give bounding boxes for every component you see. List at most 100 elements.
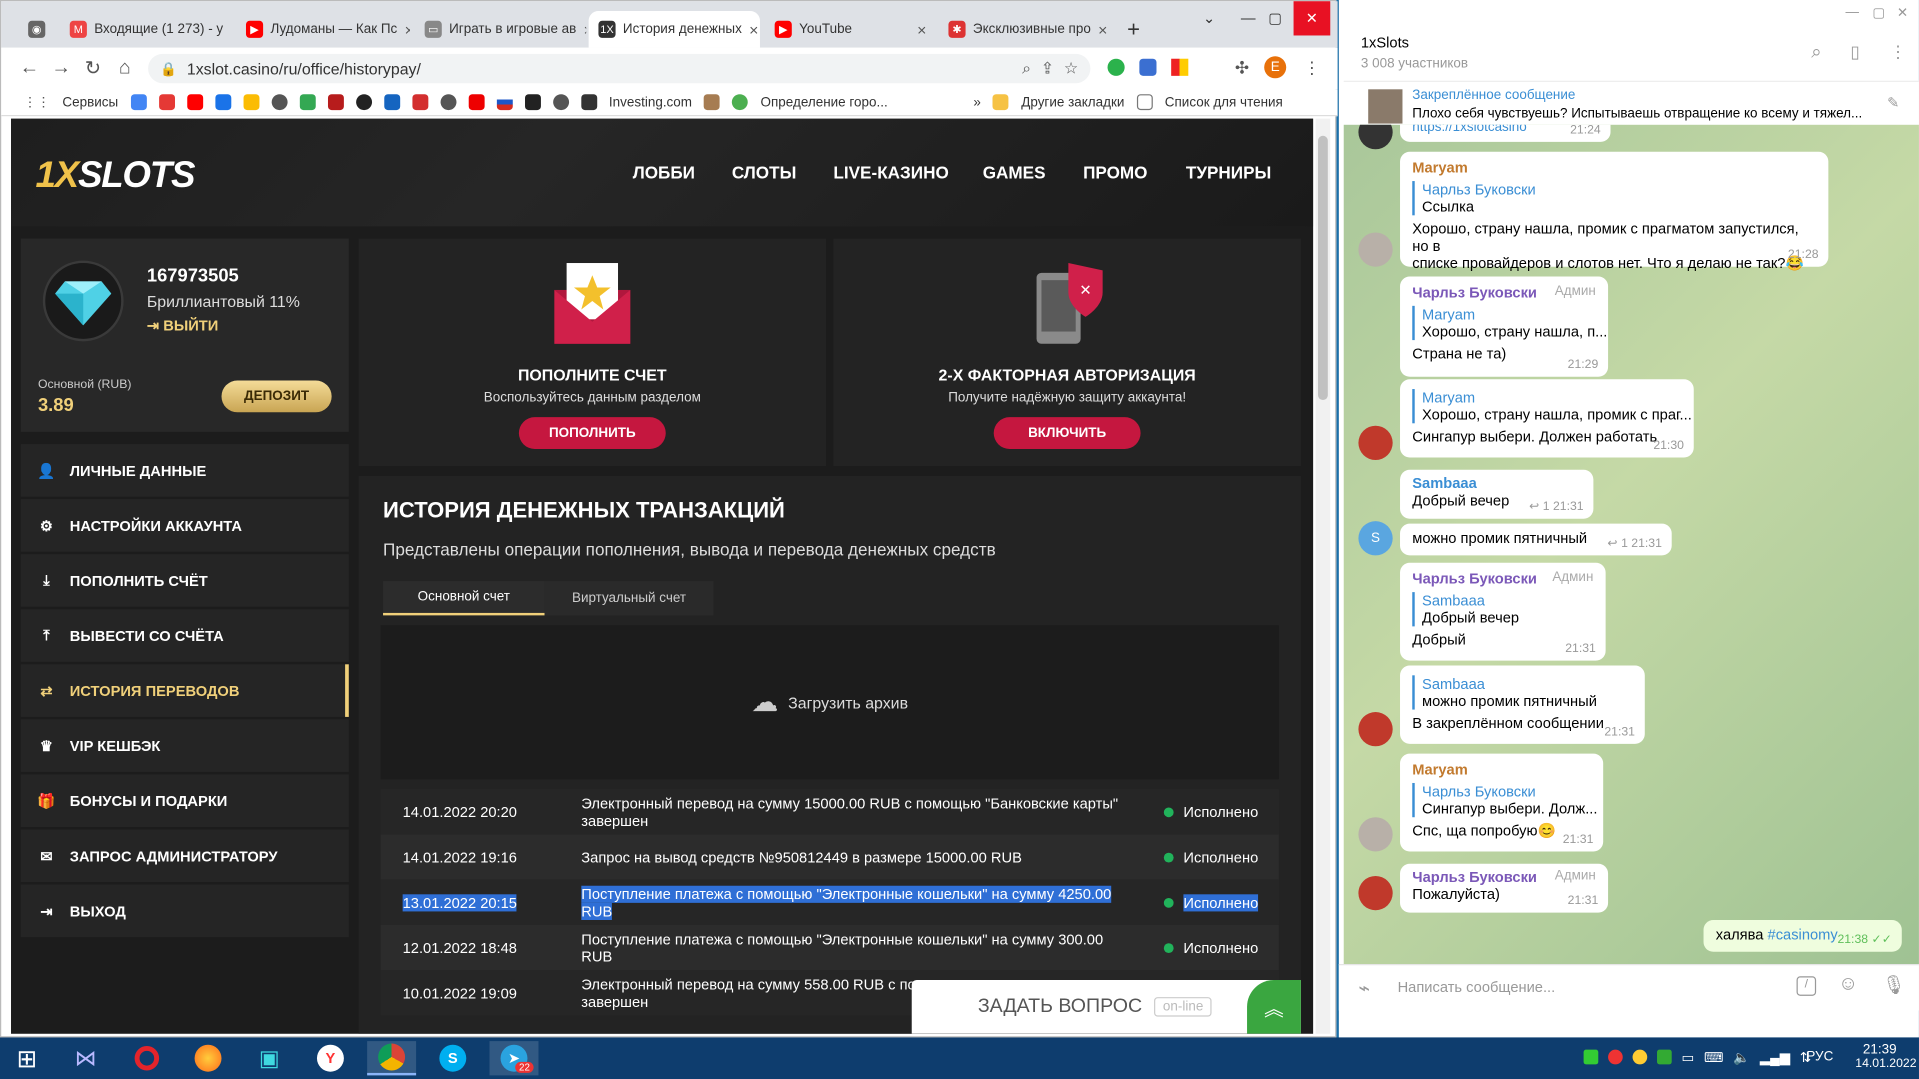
clock[interactable]: 21:39 14.01.2022 [1855, 1042, 1916, 1070]
youtube-icon[interactable] [186, 94, 203, 111]
home-icon[interactable]: ⌂ [109, 57, 141, 79]
nav-lobby[interactable]: ЛОББИ [633, 163, 695, 183]
message-bubble[interactable]: Sambaaa можно промик пятничный В закреплё… [1400, 665, 1645, 744]
chrome-icon[interactable] [367, 1041, 417, 1076]
menu-personal-data[interactable]: 👤 ЛИЧНЫЕ ДАННЫЕ [20, 444, 349, 497]
pinned-message[interactable]: Закреплённое сообщение Плохо себя чувств… [1343, 80, 1919, 128]
message-bubble[interactable]: Чарльз Буковски Админ Maryam Хорошо, стран… [1400, 276, 1609, 377]
share-icon[interactable]: ⇪ [1041, 59, 1054, 79]
message-input[interactable]: Написать сообщение... [1398, 979, 1556, 996]
maximize-icon[interactable]: ▢ [1872, 5, 1885, 21]
close-window-icon[interactable]: ✕ [1897, 5, 1908, 21]
back-icon[interactable]: ← [13, 57, 45, 79]
tab-games[interactable]: ▭Играть в игровые ав× [415, 11, 586, 48]
start-button[interactable]: ⊞ [2, 1041, 51, 1075]
investing-icon[interactable] [580, 94, 597, 111]
message-bubble[interactable]: Sambaaa Добрый вечер ↩ 1 21:31 [1400, 469, 1594, 519]
google-icon[interactable] [130, 94, 147, 111]
message-bubble[interactable]: Чарльз Буковски Админ Sambaaa Добрый вечер… [1400, 562, 1606, 661]
avatar[interactable] [1358, 425, 1393, 460]
tray-app-icon[interactable] [1583, 1049, 1599, 1065]
bookmark-geo[interactable]: Определение горо... [761, 95, 888, 110]
bookmark-icon[interactable] [299, 94, 316, 111]
ask-question-widget[interactable]: ЗАДАТЬ ВОПРОС on-line ︽ [911, 979, 1301, 1034]
bookmark-icon[interactable] [411, 94, 428, 111]
avatar[interactable] [1358, 232, 1393, 267]
close-icon[interactable]: × [742, 20, 758, 38]
table-row[interactable]: 14.01.2022 20:20 Электронный перевод на с… [380, 789, 1279, 835]
opera-icon[interactable] [122, 1041, 171, 1075]
globe-icon[interactable] [271, 94, 288, 111]
tab-youtube-1[interactable]: ▶Лудоманы — Как Пс× [236, 11, 410, 48]
globe-icon[interactable] [440, 94, 456, 111]
menu-kebab-icon[interactable]: ⋮ [1890, 42, 1907, 63]
skype-icon[interactable]: S [428, 1041, 477, 1075]
tab-main-account[interactable]: Основной счет [383, 581, 545, 616]
message-bubble[interactable]: Maryam Хорошо, страну нашла, промик с пра… [1400, 379, 1694, 458]
address-bar[interactable]: 🔒 1xslot.casino/ru/office/historypay/ ⌕ … [148, 53, 1091, 84]
close-icon[interactable]: × [910, 20, 926, 38]
scrollbar-thumb[interactable] [1318, 135, 1328, 401]
message-bubble-own[interactable]: халява #casinomy 21:38 ✓✓ [1703, 919, 1902, 952]
telegram-icon[interactable]: ➤ 22 [489, 1041, 539, 1076]
attach-icon[interactable]: ⌁ [1358, 976, 1370, 1000]
nav-promo[interactable]: ПРОМО [1083, 163, 1147, 183]
message-bubble[interactable]: можно промик пятничный ↩ 1 21:31 [1400, 523, 1672, 556]
avatar[interactable] [1358, 712, 1393, 747]
reload-icon[interactable]: ↻ [77, 56, 109, 80]
message-bubble[interactable]: https://1xslotcasino 21:24 [1400, 124, 1611, 142]
avatar[interactable]: S [1358, 521, 1393, 556]
deposit-button[interactable]: ДЕПОЗИТ [221, 380, 332, 413]
table-row[interactable]: 14.01.2022 19:16 Запрос на вывод средств … [380, 834, 1279, 880]
speaker-icon[interactable]: 🔈 [1733, 1050, 1750, 1066]
display-icon[interactable]: ▭ [1682, 1050, 1695, 1066]
table-row[interactable]: 13.01.2022 20:15 Поступление платежа с по… [380, 879, 1279, 925]
close-icon[interactable]: × [223, 20, 231, 38]
close-window-icon[interactable]: ✕ [1293, 1, 1331, 36]
menu-vip-cashback[interactable]: ♛ VIP КЕШБЭК [20, 719, 349, 772]
yandex-icon[interactable]: Y [306, 1041, 355, 1075]
close-icon[interactable]: × [576, 20, 587, 38]
extension-check-icon[interactable] [1107, 58, 1125, 76]
apps-icon[interactable]: ⋮⋮ [23, 94, 50, 110]
flag-icon[interactable] [496, 94, 513, 111]
tab-youtube-2[interactable]: ▶ YouTube × [765, 11, 936, 48]
app-icon[interactable]: ⋈ [61, 1041, 110, 1075]
tab-gmail[interactable]: MВходящие (1 273) - у× [60, 11, 231, 48]
bookmark-icon[interactable] [214, 94, 231, 111]
message-bubble[interactable]: Maryam Чарльз Буковски Ссылка Хорошо, стр… [1400, 151, 1829, 272]
bookmark-services[interactable]: Сервисы [62, 95, 118, 110]
bookmark-icon[interactable] [383, 94, 400, 111]
nav-slots[interactable]: СЛОТЫ [732, 163, 797, 183]
tab-pinned[interactable]: ◉ [18, 11, 55, 48]
menu-kebab-icon[interactable]: ⋮ [1303, 57, 1320, 78]
site-logo[interactable]: 1XSLOTS [35, 155, 195, 197]
tab-history[interactable]: 1X История денежных × [588, 11, 760, 48]
tray-app-icon[interactable] [1632, 1049, 1648, 1065]
tab-search-icon[interactable]: ⌄ [1191, 1, 1228, 35]
commands-icon[interactable]: / [1796, 976, 1817, 996]
bookmark-icon[interactable] [704, 94, 721, 111]
nav-live-casino[interactable]: LIVE-КАЗИНО [833, 163, 948, 183]
extension-flag-icon[interactable] [1171, 58, 1189, 76]
microphone-icon[interactable]: 🎙 [1882, 974, 1905, 996]
search-icon[interactable]: ⌕ [1811, 42, 1821, 63]
bookmark-icon[interactable] [468, 94, 485, 111]
bookmark-investing[interactable]: Investing.com [609, 95, 692, 110]
expand-chevron-icon[interactable]: ︽ [1247, 979, 1301, 1034]
bookmark-icon[interactable] [243, 94, 259, 111]
message-bubble[interactable]: Чарльз Буковски Админ Пожалуйста) 21:31 [1400, 863, 1609, 913]
tab-promo[interactable]: ✱ Эксклюзивные про × [939, 11, 1115, 48]
hashtag-link[interactable]: #casinomy [1768, 926, 1838, 943]
new-tab-button[interactable]: + [1117, 11, 1146, 48]
emoji-icon[interactable]: ☺ [1838, 974, 1858, 996]
forward-icon[interactable]: → [45, 57, 77, 79]
close-icon[interactable]: × [397, 20, 410, 38]
avatar[interactable] [1358, 875, 1393, 911]
close-icon[interactable]: × [1091, 20, 1107, 38]
menu-transfer-history[interactable]: ⇄ ИСТОРИЯ ПЕРЕВОДОВ [20, 664, 349, 717]
avatar[interactable] [1358, 817, 1393, 852]
menu-withdraw[interactable]: ⤒ ВЫВЕСТИ СО СЧЁТА [20, 609, 349, 662]
geo-icon[interactable] [732, 94, 749, 111]
minimize-icon[interactable]: — [1845, 5, 1858, 20]
